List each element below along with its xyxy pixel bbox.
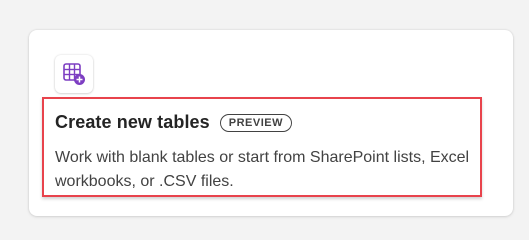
card-description: Work with blank tables or start from Sha…	[55, 149, 470, 190]
create-new-tables-card[interactable]: Create new tables PREVIEW Work with blan…	[29, 30, 513, 216]
icon-tile	[55, 55, 93, 93]
title-row: Create new tables PREVIEW	[55, 112, 292, 133]
preview-badge: PREVIEW	[219, 113, 292, 132]
table-add-icon	[63, 63, 85, 85]
card-title: Create new tables	[55, 112, 210, 132]
